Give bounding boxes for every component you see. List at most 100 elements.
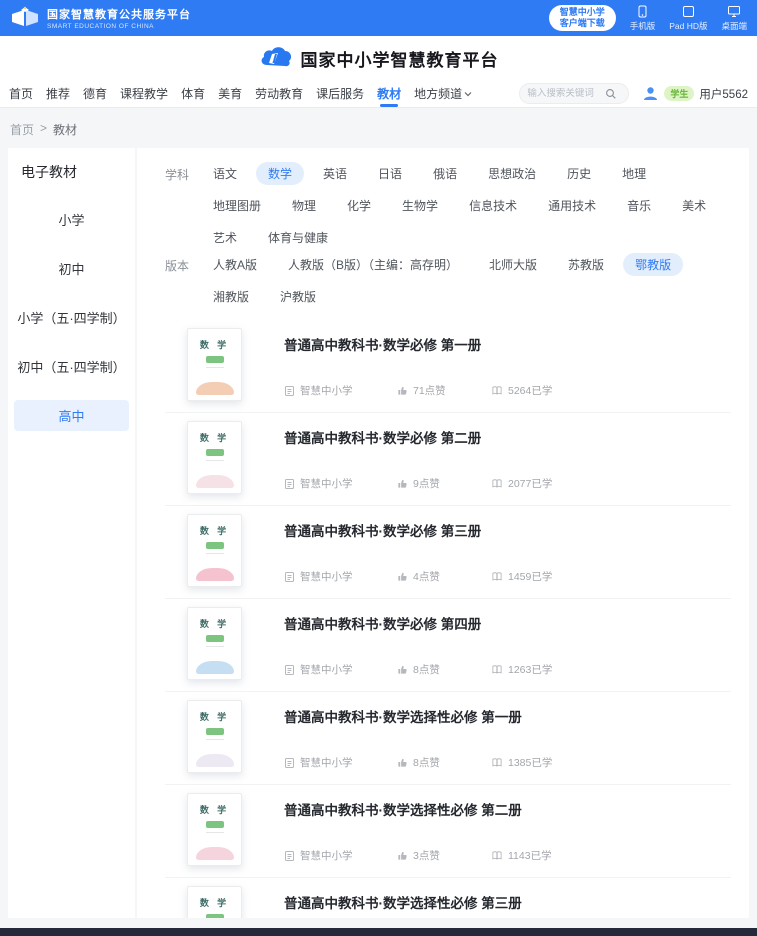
breadcrumb-current: 教材 xyxy=(53,121,77,138)
user-account[interactable]: 学生 用户5562 xyxy=(642,85,748,102)
open-book-logo-icon xyxy=(10,6,40,30)
phone-icon xyxy=(637,5,648,18)
sidebar-item-junior-54[interactable]: 初中（五·四学制） xyxy=(14,351,129,382)
publisher-meta: 智慧中小学 xyxy=(284,755,397,770)
main-panel: 学科 语文 数学 英语 日语 俄语 思想政治 历史 地理 地理图册 物理 化学 … xyxy=(137,148,749,918)
cover-title: 数 学 xyxy=(188,431,241,444)
subject-music[interactable]: 音乐 xyxy=(615,194,663,217)
subject-arts[interactable]: 艺术 xyxy=(201,226,249,249)
publisher-label: 智慧中小学 xyxy=(300,662,353,677)
nav-item-local-channel[interactable]: 地方频道 xyxy=(414,80,472,107)
search-box[interactable] xyxy=(519,83,629,104)
sidebar-item-primary[interactable]: 小学 xyxy=(14,204,129,235)
book-title[interactable]: 普通高中教科书·数学选择性必修 第二册 xyxy=(284,799,731,819)
book-cover[interactable]: 数 学 xyxy=(187,514,242,587)
cover-title: 数 学 xyxy=(188,524,241,537)
nav-item-moral-education[interactable]: 德育 xyxy=(83,80,107,107)
nav-item-labor-education[interactable]: 劳动教育 xyxy=(255,80,303,107)
subject-biology[interactable]: 生物学 xyxy=(390,194,450,217)
book-row-4[interactable]: 数 学 普通高中教科书·数学必修 第四册 智慧中小学 8点赞 1263已学 xyxy=(165,599,731,692)
sidebar: 电子教材 小学 初中 小学（五·四学制） 初中（五·四学制） 高中 xyxy=(8,148,135,918)
search-input[interactable] xyxy=(527,88,605,99)
learned-count: 1385已学 xyxy=(508,755,552,770)
client-download-button[interactable]: 智慧中小学 客户端下载 xyxy=(549,5,616,32)
book-cover[interactable]: 数 学 xyxy=(187,886,242,918)
subject-history[interactable]: 历史 xyxy=(555,162,603,185)
subject-russian[interactable]: 俄语 xyxy=(421,162,469,185)
book-row-3[interactable]: 数 学 普通高中教科书·数学必修 第三册 智慧中小学 4点赞 1459已学 xyxy=(165,506,731,599)
subject-geography[interactable]: 地理 xyxy=(610,162,658,185)
book-cover[interactable]: 数 学 xyxy=(187,700,242,773)
nav-item-recommend[interactable]: 推荐 xyxy=(46,80,70,107)
book-row-1[interactable]: 数 学 普通高中教科书·数学必修 第一册 智慧中小学 71点赞 5264已学 xyxy=(165,320,731,413)
cover-art xyxy=(196,382,234,395)
subject-math[interactable]: 数学 xyxy=(256,162,304,185)
book-title[interactable]: 普通高中教科书·数学必修 第二册 xyxy=(284,427,731,447)
tablet-icon xyxy=(682,5,695,18)
subject-geo-atlas[interactable]: 地理图册 xyxy=(201,194,273,217)
nav-item-pe[interactable]: 体育 xyxy=(181,80,205,107)
version-pep-b[interactable]: 人教版（B版）（主编：高存明） xyxy=(276,253,470,276)
cover-art xyxy=(196,661,234,674)
cover-title: 数 学 xyxy=(188,803,241,816)
book-cover[interactable]: 数 学 xyxy=(187,421,242,494)
book-title[interactable]: 普通高中教科书·数学必修 第四册 xyxy=(284,613,731,633)
pad-hd-version-link[interactable]: Pad HD版 xyxy=(669,5,707,32)
learned-count: 1459已学 xyxy=(508,569,552,584)
topbar-actions: 智慧中小学 客户端下载 手机版 Pad HD版 桌面端 xyxy=(549,5,747,32)
book-info: 普通高中教科书·数学选择性必修 第一册 智慧中小学 8点赞 1385已学 xyxy=(284,700,731,784)
nav-item-textbooks[interactable]: 教材 xyxy=(377,80,401,107)
version-pep-a[interactable]: 人教A版 xyxy=(201,253,269,276)
subject-filter-label: 学科 xyxy=(165,162,201,249)
mobile-version-link[interactable]: 手机版 xyxy=(630,5,656,32)
version-hujiao[interactable]: 沪教版 xyxy=(268,285,328,308)
subject-politics[interactable]: 思想政治 xyxy=(476,162,548,185)
book-meta: 智慧中小学 3点赞 1143已学 xyxy=(284,848,731,863)
book-info: 普通高中教科书·数学选择性必修 第三册 智慧中小学 6点赞 1345已学 xyxy=(284,886,731,918)
subject-fine-arts[interactable]: 美术 xyxy=(670,194,718,217)
book-row-6[interactable]: 数 学 普通高中教科书·数学选择性必修 第二册 智慧中小学 3点赞 1143已学 xyxy=(165,785,731,878)
book-row-2[interactable]: 数 学 普通高中教科书·数学必修 第二册 智慧中小学 9点赞 2077已学 xyxy=(165,413,731,506)
cover-art xyxy=(196,754,234,767)
version-sujiao[interactable]: 苏教版 xyxy=(556,253,616,276)
learned-count: 5264已学 xyxy=(508,383,552,398)
subject-chinese[interactable]: 语文 xyxy=(201,162,249,185)
nav-item-after-school[interactable]: 课后服务 xyxy=(316,80,364,107)
likes-count: 71点赞 xyxy=(413,383,446,398)
book-meta: 智慧中小学 8点赞 1263已学 xyxy=(284,662,731,677)
learned-meta: 1385已学 xyxy=(491,755,552,770)
version-xiangjiao[interactable]: 湘教版 xyxy=(201,285,261,308)
sidebar-item-senior[interactable]: 高中 xyxy=(14,400,129,431)
platform-logo[interactable]: 国家智慧教育公共服务平台 SMART EDUCATION OF CHINA xyxy=(10,6,191,30)
desktop-version-link[interactable]: 桌面端 xyxy=(721,5,747,32)
publisher-label: 智慧中小学 xyxy=(300,569,353,584)
nav-item-course-teaching[interactable]: 课程教学 xyxy=(120,80,168,107)
avatar xyxy=(642,85,659,102)
chevron-down-icon xyxy=(464,91,472,97)
subject-japanese[interactable]: 日语 xyxy=(366,162,414,185)
sidebar-item-primary-54[interactable]: 小学（五·四学制） xyxy=(14,302,129,333)
sidebar-item-junior[interactable]: 初中 xyxy=(14,253,129,284)
book-title[interactable]: 普通高中教科书·数学必修 第三册 xyxy=(284,520,731,540)
nav-item-home[interactable]: 首页 xyxy=(9,80,33,107)
book-row-7[interactable]: 数 学 普通高中教科书·数学选择性必修 第三册 智慧中小学 6点赞 1345已学 xyxy=(165,878,731,918)
version-bnu[interactable]: 北师大版 xyxy=(477,253,549,276)
subject-general-tech[interactable]: 通用技术 xyxy=(536,194,608,217)
book-row-5[interactable]: 数 学 普通高中教科书·数学选择性必修 第一册 智慧中小学 8点赞 1385已学 xyxy=(165,692,731,785)
subject-it[interactable]: 信息技术 xyxy=(457,194,529,217)
subject-chemistry[interactable]: 化学 xyxy=(335,194,383,217)
breadcrumb-home[interactable]: 首页 xyxy=(10,121,34,138)
subject-pe-health[interactable]: 体育与健康 xyxy=(256,226,340,249)
likes-count: 8点赞 xyxy=(413,755,440,770)
nav-item-aesthetic[interactable]: 美育 xyxy=(218,80,242,107)
subject-physics[interactable]: 物理 xyxy=(280,194,328,217)
book-title[interactable]: 普通高中教科书·数学选择性必修 第一册 xyxy=(284,706,731,726)
search-icon[interactable] xyxy=(605,88,617,100)
book-title[interactable]: 普通高中教科书·数学必修 第一册 xyxy=(284,334,731,354)
version-ejiao[interactable]: 鄂教版 xyxy=(623,253,683,276)
book-cover[interactable]: 数 学 xyxy=(187,793,242,866)
book-title[interactable]: 普通高中教科书·数学选择性必修 第三册 xyxy=(284,892,731,912)
book-cover[interactable]: 数 学 xyxy=(187,328,242,401)
book-cover[interactable]: 数 学 xyxy=(187,607,242,680)
subject-english[interactable]: 英语 xyxy=(311,162,359,185)
